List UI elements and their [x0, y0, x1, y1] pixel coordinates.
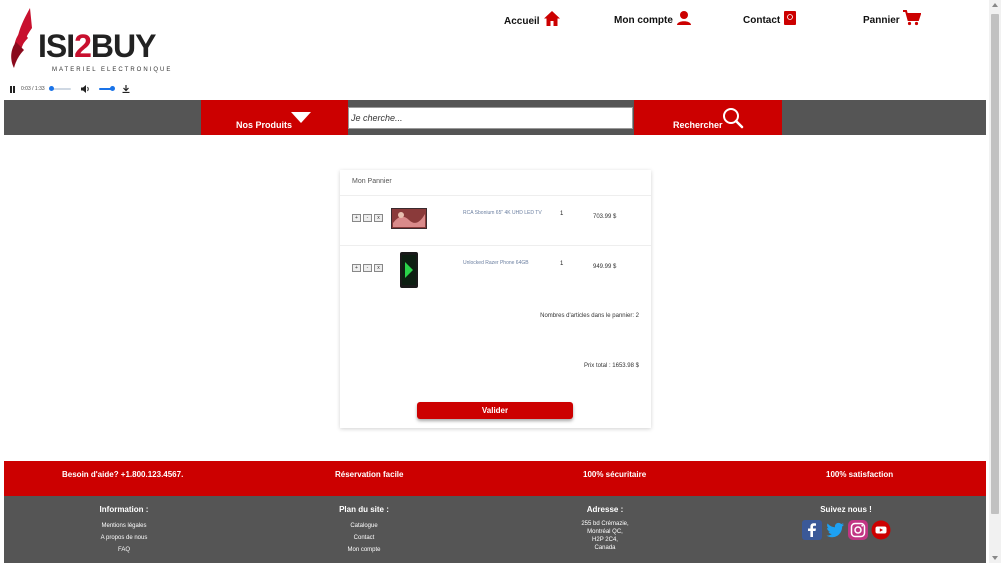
pause-icon[interactable]	[10, 85, 17, 93]
cart-item-count: Nombres d'articles dans le pannier: 2	[540, 313, 639, 319]
nav-mon-compte-label: Mon compte	[614, 15, 673, 26]
user-icon	[676, 11, 691, 25]
decrease-button[interactable]: -	[363, 264, 372, 272]
remove-button[interactable]: x	[374, 264, 383, 272]
facebook-icon[interactable]	[801, 520, 822, 540]
footer-plan: Plan du site : Catalogue Contact Mon com…	[264, 505, 464, 556]
scrollbar-thumb[interactable]	[991, 14, 999, 514]
nav-accueil[interactable]: Accueil	[504, 10, 561, 27]
quantity-controls: + - x	[352, 264, 383, 272]
valider-button[interactable]: Valider	[417, 402, 573, 419]
decrease-button[interactable]: -	[363, 214, 372, 222]
item-quantity: 1	[560, 261, 564, 267]
cart-card: Mon Pannier + - x RCA Sbonium 65" 4K UHD…	[340, 170, 651, 428]
logo-wordmark: ISI2BUY	[38, 28, 156, 64]
phone-thumbnail	[400, 252, 418, 288]
footer-link-catalogue[interactable]: Catalogue	[264, 520, 464, 532]
search-input[interactable]	[348, 107, 633, 129]
cart-title: Mon Pannier	[352, 178, 392, 185]
download-icon[interactable]	[122, 85, 130, 93]
youtube-icon[interactable]	[871, 520, 891, 540]
divider	[340, 195, 651, 196]
footer-heading: Suivez nous !	[820, 505, 872, 514]
audio-player: 0:03 / 1:33	[10, 83, 140, 95]
cart-item: + - x RCA Sbonium 65" 4K UHD LED TV 1 70…	[340, 198, 651, 242]
audio-time: 0:03 / 1:33	[21, 86, 45, 92]
nav-pannier[interactable]: Pannier	[863, 10, 921, 26]
caret-down-icon	[291, 112, 311, 123]
footer-link-contact[interactable]: Contact	[264, 532, 464, 544]
scroll-down-icon[interactable]	[992, 556, 998, 560]
banner-reservation: Réservation facile	[335, 470, 404, 479]
footer-adresse: Adresse : 255 bd Crémazie, Montréal QC, …	[505, 505, 705, 552]
remove-button[interactable]: x	[374, 214, 383, 222]
cart-item: + - x Unlocked Razer Phone 64GB 1 949.99…	[340, 248, 651, 292]
quantity-controls: + - x	[352, 214, 383, 222]
item-price: 949.99 $	[593, 264, 617, 270]
rechercher-button[interactable]: Rechercher	[634, 100, 782, 135]
footer-link-compte[interactable]: Mon compte	[264, 544, 464, 556]
divider	[340, 245, 651, 246]
nav-pannier-label: Pannier	[863, 15, 900, 26]
address-line: H2P 2C4,	[592, 537, 618, 543]
scroll-up-icon[interactable]	[992, 3, 998, 7]
increase-button[interactable]: +	[352, 264, 361, 272]
nav-contact-label: Contact	[743, 15, 781, 26]
footer-heading: Adresse :	[586, 505, 624, 514]
page: ISI2BUY MATERIEL ELECTRONIQUE 0:03 / 1:3…	[0, 0, 1001, 563]
tv-thumbnail	[391, 208, 427, 229]
nav-accueil-label: Accueil	[504, 16, 540, 27]
address-line: Montréal QC,	[587, 529, 623, 535]
footer-social: Suivez nous !	[746, 505, 946, 540]
logo[interactable]: ISI2BUY MATERIEL ELECTRONIQUE	[10, 6, 170, 78]
footer-link-mentions[interactable]: Mentions légales	[24, 520, 224, 532]
banner-securite: 100% sécuritaire	[583, 470, 647, 479]
volume-icon[interactable]	[80, 85, 91, 93]
item-name[interactable]: RCA Sbonium 65" 4K UHD LED TV	[463, 210, 543, 216]
cart-total: Prix total : 1653.98 $	[583, 363, 639, 369]
rechercher-label: Rechercher	[673, 120, 723, 130]
nav-contact[interactable]: Contact	[743, 10, 797, 26]
nav-mon-compte[interactable]: Mon compte	[614, 10, 692, 26]
banner-satisfaction: 100% satisfaction	[826, 470, 894, 479]
footer: Information : Mentions légales A propos …	[4, 496, 986, 563]
footer-heading: Information :	[99, 505, 149, 514]
nos-produits-button[interactable]: Nos Produits	[201, 100, 348, 135]
footer-information: Information : Mentions légales A propos …	[24, 505, 224, 556]
nos-produits-label: Nos Produits	[236, 120, 293, 130]
address-line: 255 bd Crémazie,	[581, 521, 629, 527]
help-phone: Besoin d'aide? +1.800.123.4567.	[62, 470, 184, 479]
twitter-icon[interactable]	[825, 520, 845, 540]
search-icon	[723, 108, 744, 129]
footer-link-faq[interactable]: FAQ	[24, 544, 224, 556]
item-price: 703.99 $	[593, 214, 617, 220]
item-quantity: 1	[560, 211, 564, 217]
footer-banner: Besoin d'aide? +1.800.123.4567. Réservat…	[4, 461, 986, 496]
logo-tagline: MATERIEL ELECTRONIQUE	[52, 67, 173, 73]
page-scrollbar[interactable]	[989, 0, 1001, 563]
home-icon	[543, 11, 560, 26]
address-line: Canada	[594, 545, 616, 551]
footer-link-about[interactable]: A propos de nous	[24, 532, 224, 544]
volume-slider[interactable]	[98, 86, 115, 91]
audio-seek-slider[interactable]	[48, 86, 71, 91]
contact-book-icon	[784, 11, 797, 25]
footer-heading: Plan du site :	[339, 505, 389, 514]
cart-icon	[902, 10, 921, 26]
increase-button[interactable]: +	[352, 214, 361, 222]
item-name[interactable]: Unlocked Razer Phone 64GB	[463, 260, 543, 266]
instagram-icon[interactable]	[847, 520, 868, 540]
